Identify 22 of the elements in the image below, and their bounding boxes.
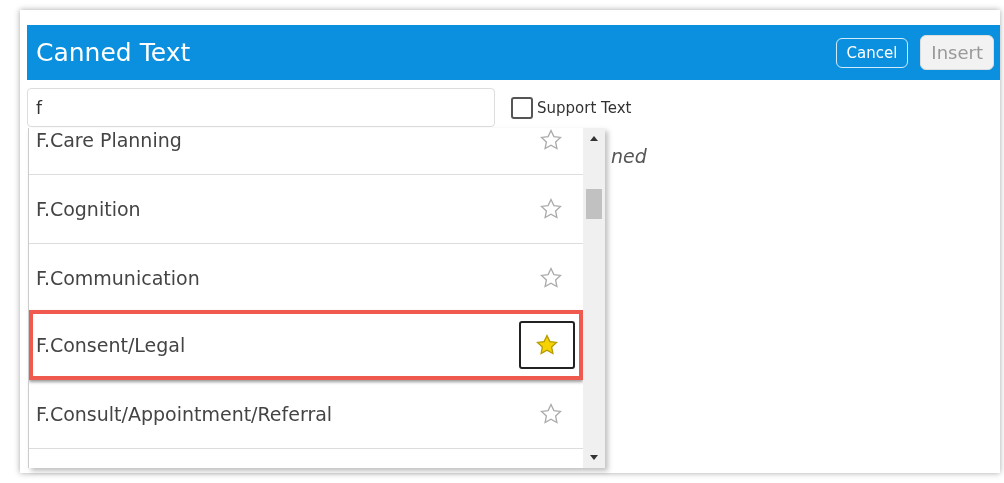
- scroll-up-icon[interactable]: [590, 136, 598, 141]
- star-icon[interactable]: [539, 402, 564, 426]
- star-icon[interactable]: [539, 197, 564, 221]
- star-icon[interactable]: [539, 266, 564, 290]
- checkbox-label[interactable]: Support Text: [537, 98, 632, 117]
- list-item[interactable]: F.Consult/Appointment/Referral: [29, 380, 584, 449]
- list-item[interactable]: F.Cognition: [29, 175, 584, 244]
- search-field[interactable]: f: [27, 88, 495, 127]
- dialog-title: Canned Text: [36, 38, 191, 67]
- scroll-thumb[interactable]: [586, 189, 602, 219]
- item-label: F.Consult/Appointment/Referral: [36, 403, 333, 425]
- star-icon[interactable]: [539, 128, 564, 152]
- list-item[interactable]: F.Consent/Legal: [29, 310, 584, 380]
- item-label: F.Consent/Legal: [36, 334, 186, 356]
- item-label: F.Care Planning: [36, 129, 182, 151]
- item-label: F.Cognition: [36, 198, 141, 220]
- background-text: ned: [611, 145, 647, 167]
- scroll-down-icon[interactable]: [590, 455, 598, 460]
- list-item[interactable]: F.Care Planning: [29, 128, 584, 175]
- item-label: F.Communication: [36, 267, 200, 289]
- checkbox[interactable]: [511, 96, 533, 119]
- scrollbar[interactable]: [583, 128, 605, 468]
